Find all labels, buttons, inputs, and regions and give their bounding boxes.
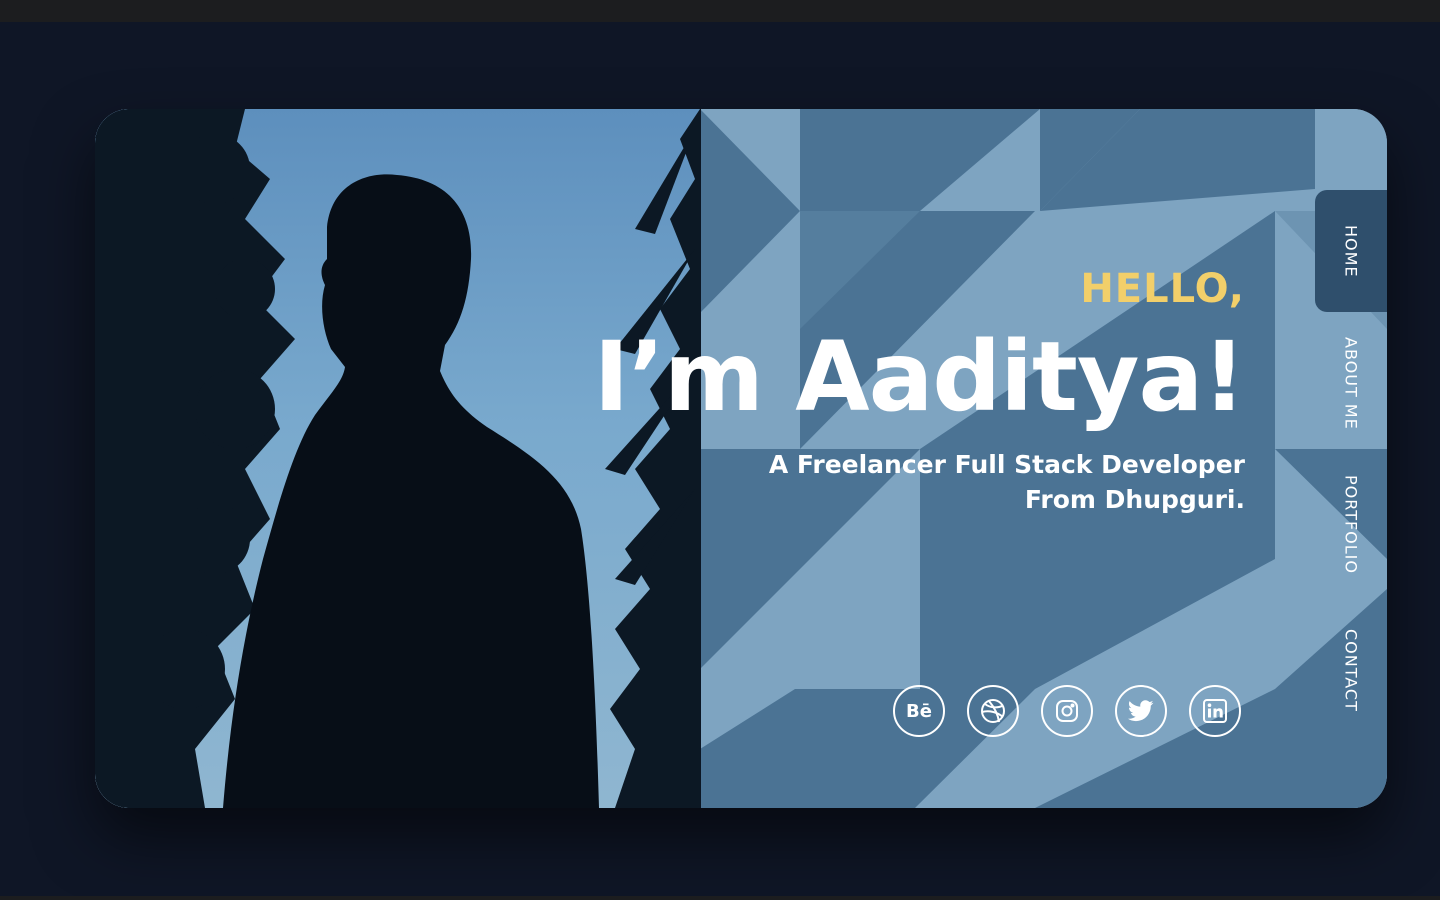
- nav-home[interactable]: HOME: [1315, 190, 1387, 312]
- browser-top-bar: [0, 0, 1440, 22]
- greeting-text: HELLO,: [1080, 266, 1245, 312]
- dribbble-link[interactable]: [967, 685, 1019, 737]
- instagram-icon: [1056, 700, 1078, 722]
- behance-link[interactable]: Bē: [893, 685, 945, 737]
- nav-portfolio-label: PORTFOLIO: [1341, 474, 1361, 574]
- nav-home-label: HOME: [1341, 224, 1361, 278]
- nav-portfolio[interactable]: PORTFOLIO: [1315, 452, 1387, 596]
- browser-bottom-bar: [0, 896, 1440, 900]
- linkedin-icon: [1203, 699, 1227, 723]
- hero-text-block: HELLO, I’m Aaditya! A Freelancer Full St…: [345, 266, 1246, 517]
- nav-about-me-label: ABOUT ME: [1341, 336, 1361, 430]
- side-navigation: HOME ABOUT ME PORTFOLIO CONTACT: [1315, 190, 1387, 730]
- hero-card: HELLO, I’m Aaditya! A Freelancer Full St…: [95, 109, 1387, 808]
- twitter-link[interactable]: [1115, 685, 1167, 737]
- dribbble-icon: [981, 699, 1005, 723]
- tagline-line-1: A Freelancer Full Stack Developer: [768, 450, 1245, 479]
- social-links: Bē: [893, 685, 1241, 737]
- twitter-icon: [1128, 700, 1154, 722]
- linkedin-link[interactable]: [1189, 685, 1241, 737]
- behance-icon: Bē: [906, 700, 932, 722]
- nav-contact[interactable]: CONTACT: [1315, 600, 1387, 740]
- instagram-link[interactable]: [1041, 685, 1093, 737]
- nav-contact-label: CONTACT: [1341, 628, 1361, 712]
- hero-tagline: A Freelancer Full Stack Developer From D…: [345, 447, 1245, 517]
- tagline-line-2: From Dhupguri.: [1024, 485, 1245, 514]
- hero-name-heading: I’m Aaditya!: [593, 321, 1246, 433]
- nav-about-me[interactable]: ABOUT ME: [1315, 318, 1387, 448]
